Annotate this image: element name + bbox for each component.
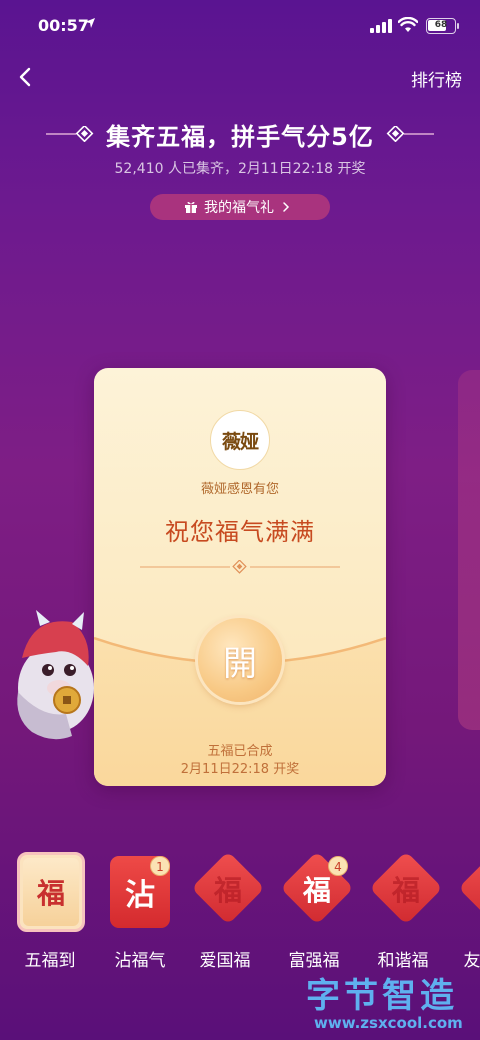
fu-card-label: 五福到 [24,951,76,971]
fu-card-label: 沾福气 [114,951,166,971]
watermark-title: 字节智造 [306,976,458,1016]
fu-card-zhanfuqi[interactable]: 沾 1 沾福气 [96,848,176,971]
sponsor-logo: 薇娅 [210,410,270,470]
fu-card-fuqiangfu[interactable]: 福 4 富强福 [274,848,354,971]
fu-card-wufudao[interactable]: 福 五福到 [2,848,85,971]
fu-card-tray: 福 五福到 沾 1 沾福气 福 爱国福 福 4 富强福 福 和谐福 友 [0,848,480,978]
draw-time: 2月11日22:18 开奖 [180,762,300,777]
my-gifts-label: 我的福气礼 [204,200,274,216]
battery-level: 68 [434,20,448,30]
five-fortune-card: 薇娅 薇娅感恩有您 祝您福气满满 開 五福已合成 2月11日22:18 开奖 [94,368,386,786]
fu-glyph: 福 [23,858,79,926]
fu-card-youshanfu[interactable]: 友 [452,848,480,971]
status-bar: 00:57 68 [0,0,480,52]
fu-card-aiguofu[interactable]: 福 爱国福 [185,848,265,971]
lion-mascot-icon [17,610,94,740]
cellular-signal-icon [370,19,392,33]
synthesis-status: 五福已合成 [207,744,273,759]
next-card-peek[interactable] [458,370,480,730]
fu-card-hexiefu[interactable]: 福 和谐福 [363,848,443,971]
count-badge: 1 [150,856,170,876]
chevron-right-icon [283,202,290,212]
diamond-ornament-right-icon [386,126,434,142]
fu-glyph: 福 [391,874,420,907]
page-title-row: 集齐五福，拼手气分5亿 [0,116,480,152]
fu-glyph: 福 [213,874,242,907]
blessing-text: 祝您福气满满 [165,518,315,546]
my-gifts-button[interactable]: 我的福气礼 [150,194,330,220]
location-arrow-icon [85,18,95,28]
site-watermark: 字节智造 www.zsxcool.com [300,968,480,1034]
fu-card-label: 爱国福 [199,951,251,971]
wifi-icon [398,17,418,32]
count-badge: 4 [328,856,348,876]
divider-ornament-icon [140,560,340,574]
sponsor-note: 薇娅感恩有您 [200,482,279,497]
diamond-ornament-left-icon [46,126,94,142]
leaderboard-link[interactable]: 排行榜 [411,66,462,91]
collector-count-text: 52,410 人已集齐，2月11日22:18 开奖 [114,161,366,177]
status-time: 00:57 [38,16,89,35]
gift-icon [185,201,197,213]
fu-card-tile-selected: 福 [17,852,85,932]
watermark-url: www.zsxcool.com [314,1014,463,1032]
battery-icon: 68 [426,18,459,34]
page-title: 集齐五福，拼手气分5亿 [106,122,374,151]
back-button[interactable] [14,62,38,92]
open-envelope-button[interactable]: 開 [198,618,282,702]
fu-diamond-tile [458,851,480,925]
